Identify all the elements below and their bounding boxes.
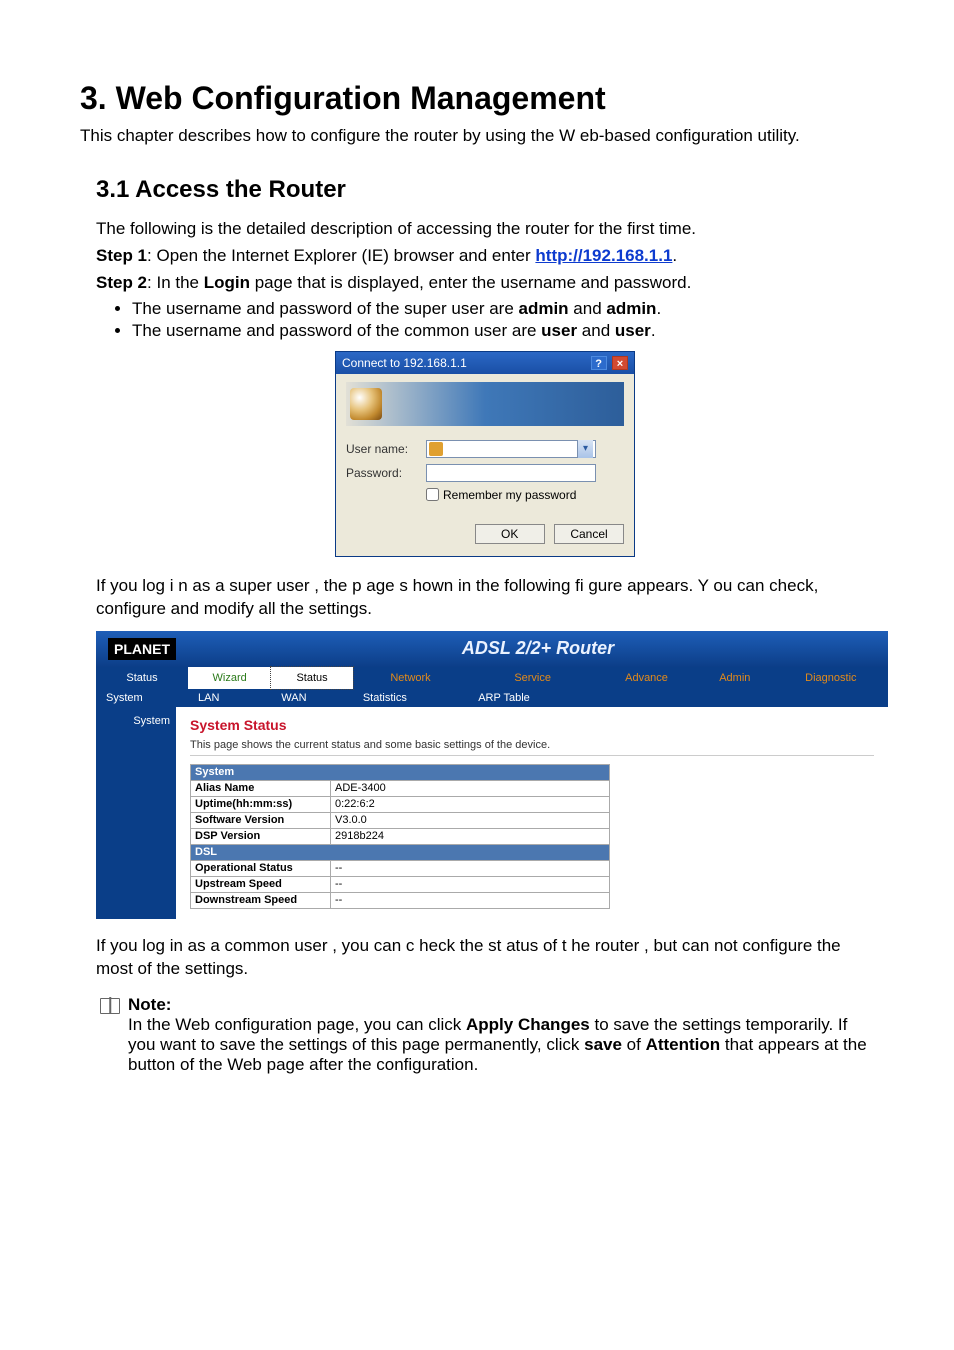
access-desc: The following is the detailed descriptio…: [96, 218, 874, 241]
username-label: User name:: [346, 442, 426, 456]
table-row: Upstream Speed--: [191, 876, 610, 892]
table-value: --: [331, 892, 610, 908]
tab-diagnostic[interactable]: Diagnostic: [774, 667, 888, 689]
table-value: --: [331, 860, 610, 876]
cancel-button[interactable]: Cancel: [554, 524, 624, 544]
table-value: 0:22:6:2: [331, 796, 610, 812]
dialog-titlebar: Connect to 192.168.1.1 ? ×: [336, 352, 634, 374]
subtab-system[interactable]: System: [96, 689, 188, 707]
table-key: Downstream Speed: [191, 892, 331, 908]
table-key: Alias Name: [191, 780, 331, 796]
intro-text: This chapter describes how to configure …: [80, 125, 874, 148]
step-1: Step 1: Open the Internet Explorer (IE) …: [96, 245, 874, 268]
subtab-statistics[interactable]: Statistics: [353, 689, 468, 707]
subtab-arp-table[interactable]: ARP Table: [468, 689, 597, 707]
panel-title: System Status: [190, 717, 874, 733]
ok-button[interactable]: OK: [475, 524, 545, 544]
credentials-list: The username and password of the super u…: [96, 299, 874, 341]
help-icon[interactable]: ?: [591, 356, 607, 370]
table-row: DSP Version2918b224: [191, 828, 610, 844]
table-value: --: [331, 876, 610, 892]
common-user-desc: If you log in as a common user , you can…: [96, 935, 874, 981]
table-row: Downstream Speed--: [191, 892, 610, 908]
sidebar-item-system[interactable]: System: [96, 707, 176, 919]
password-input[interactable]: [426, 464, 596, 482]
table-value: V3.0.0: [331, 812, 610, 828]
list-item: The username and password of the super u…: [132, 299, 874, 319]
table-row: Operational Status--: [191, 860, 610, 876]
subtab-wan[interactable]: WAN: [271, 689, 353, 707]
table-key: DSP Version: [191, 828, 331, 844]
note-title: Note:: [128, 995, 171, 1014]
table-key: Operational Status: [191, 860, 331, 876]
router-url-link[interactable]: http://192.168.1.1: [535, 246, 672, 265]
close-icon[interactable]: ×: [612, 356, 628, 370]
router-screenshot: PLANET ADSL 2/2+ Router Status Wizard St…: [96, 631, 874, 919]
list-item: The username and password of the common …: [132, 321, 874, 341]
subtab-lan[interactable]: LAN: [188, 689, 271, 707]
panel-desc: This page shows the current status and s…: [190, 739, 874, 756]
brand-logo: PLANET: [108, 638, 176, 660]
tab-admin[interactable]: Admin: [696, 667, 774, 689]
table-value: ADE-3400: [331, 780, 610, 796]
table-key: Uptime(hh:mm:ss): [191, 796, 331, 812]
note-block: Note: In the Web configuration page, you…: [96, 995, 874, 1075]
tab-status[interactable]: Status: [96, 667, 188, 689]
table-section-header: DSL: [191, 844, 610, 860]
tab-status-main[interactable]: Status: [271, 667, 353, 689]
system-status-table: SystemAlias NameADE-3400Uptime(hh:mm:ss)…: [190, 764, 610, 909]
user-key-icon: [429, 442, 443, 456]
table-row: Software VersionV3.0.0: [191, 812, 610, 828]
tab-advance[interactable]: Advance: [597, 667, 696, 689]
step-2: Step 2: In the Login page that is displa…: [96, 272, 874, 295]
dialog-banner: [346, 382, 624, 426]
table-row: Alias NameADE-3400: [191, 780, 610, 796]
tab-service[interactable]: Service: [468, 667, 597, 689]
book-icon: [100, 998, 120, 1014]
remember-checkbox[interactable]: [426, 488, 439, 501]
keys-icon: [350, 388, 382, 420]
username-combo[interactable]: ▾: [426, 440, 596, 458]
password-label: Password:: [346, 466, 426, 480]
note-text: In the Web configuration page, you can c…: [128, 1015, 874, 1075]
table-section-header: System: [191, 764, 610, 780]
tab-network[interactable]: Network: [353, 667, 468, 689]
table-key: Upstream Speed: [191, 876, 331, 892]
table-key: Software Version: [191, 812, 331, 828]
section-title: 3.1 Access the Router: [96, 176, 874, 204]
page-title: 3. Web Configuration Management: [80, 80, 874, 117]
table-value: 2918b224: [331, 828, 610, 844]
table-row: Uptime(hh:mm:ss)0:22:6:2: [191, 796, 610, 812]
remember-label: Remember my password: [443, 488, 576, 502]
dialog-title: Connect to 192.168.1.1: [342, 356, 467, 370]
tab-wizard[interactable]: Wizard: [188, 667, 271, 689]
router-title: ADSL 2/2+ Router: [200, 638, 876, 659]
super-user-desc: If you log i n as a super user , the p a…: [96, 575, 874, 621]
chevron-down-icon[interactable]: ▾: [577, 440, 593, 458]
login-dialog: Connect to 192.168.1.1 ? × User name: ▾: [335, 351, 635, 557]
